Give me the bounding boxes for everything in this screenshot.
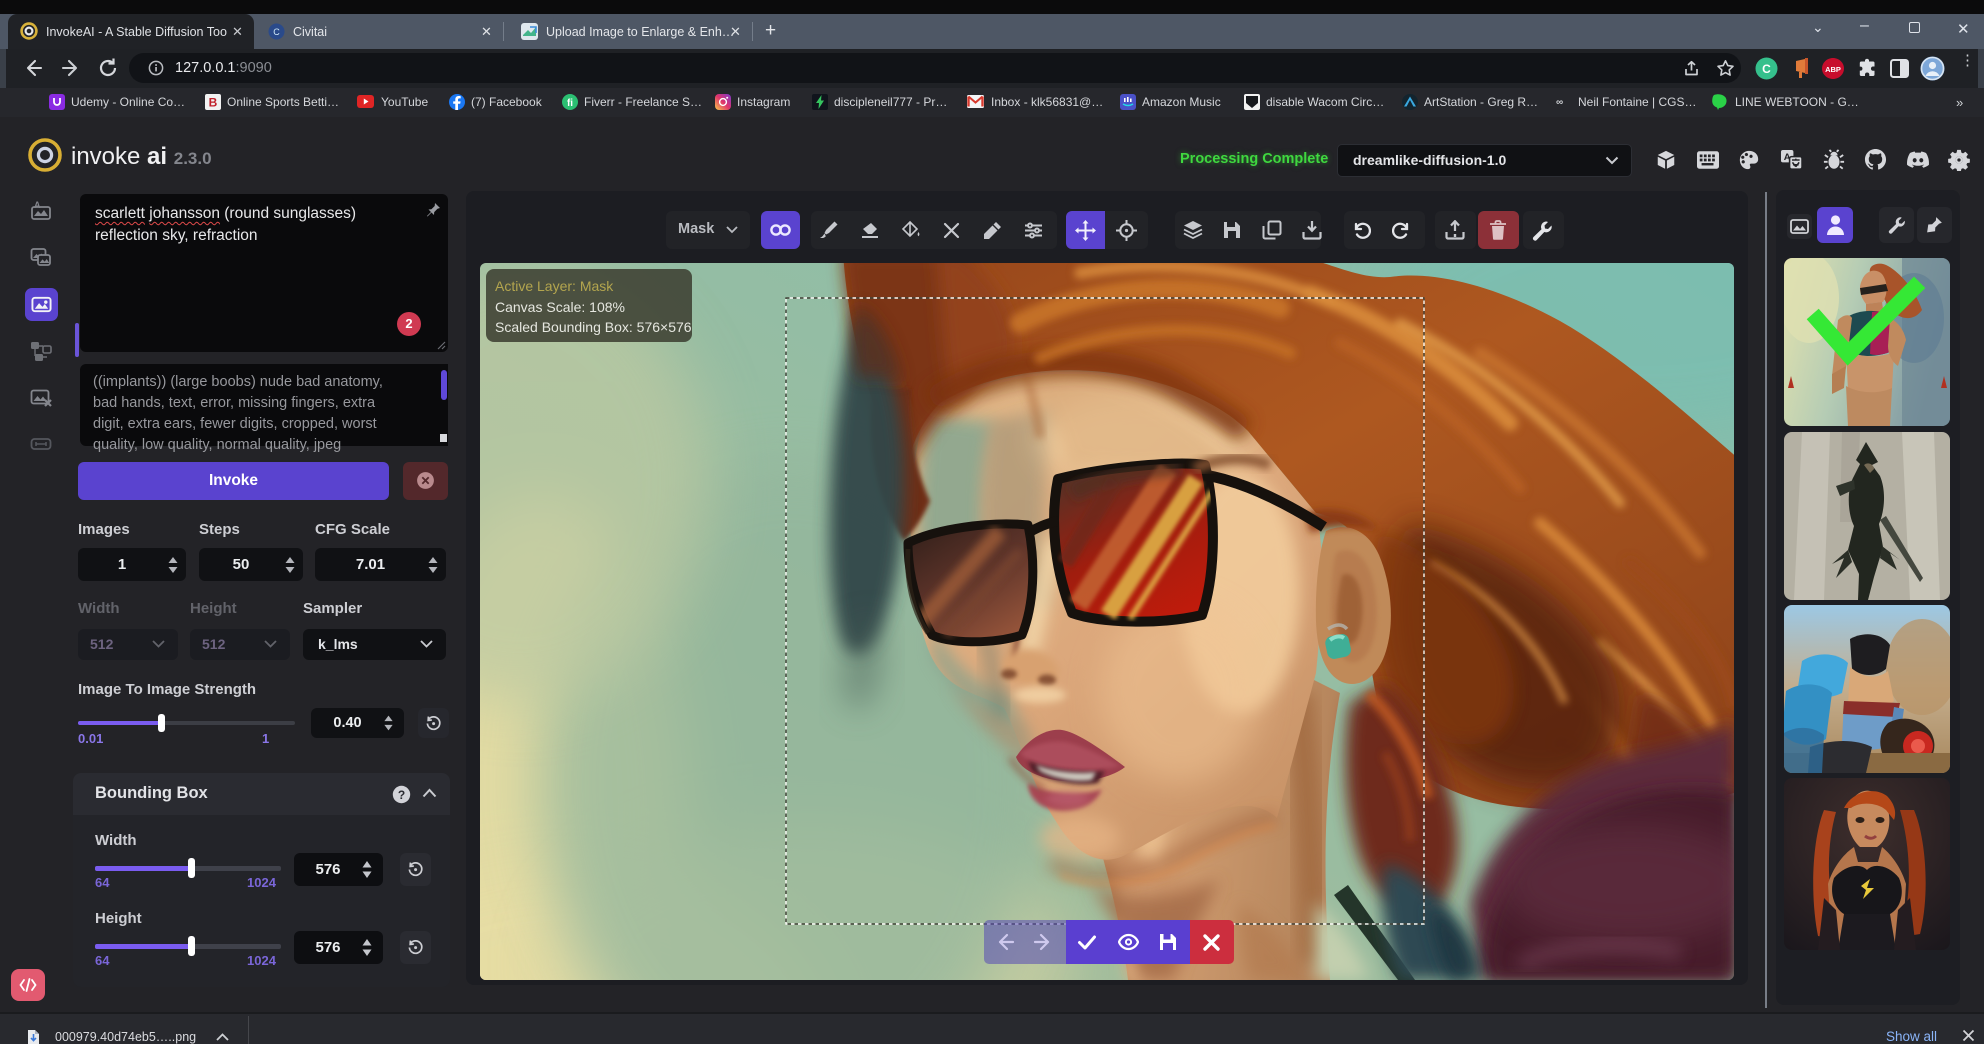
- svg-text:A: A: [34, 200, 41, 210]
- svg-text:ABP: ABP: [1825, 65, 1841, 74]
- svg-text:C: C: [273, 27, 280, 37]
- svg-text:?: ?: [398, 788, 405, 802]
- svg-text:C: C: [1762, 62, 1771, 76]
